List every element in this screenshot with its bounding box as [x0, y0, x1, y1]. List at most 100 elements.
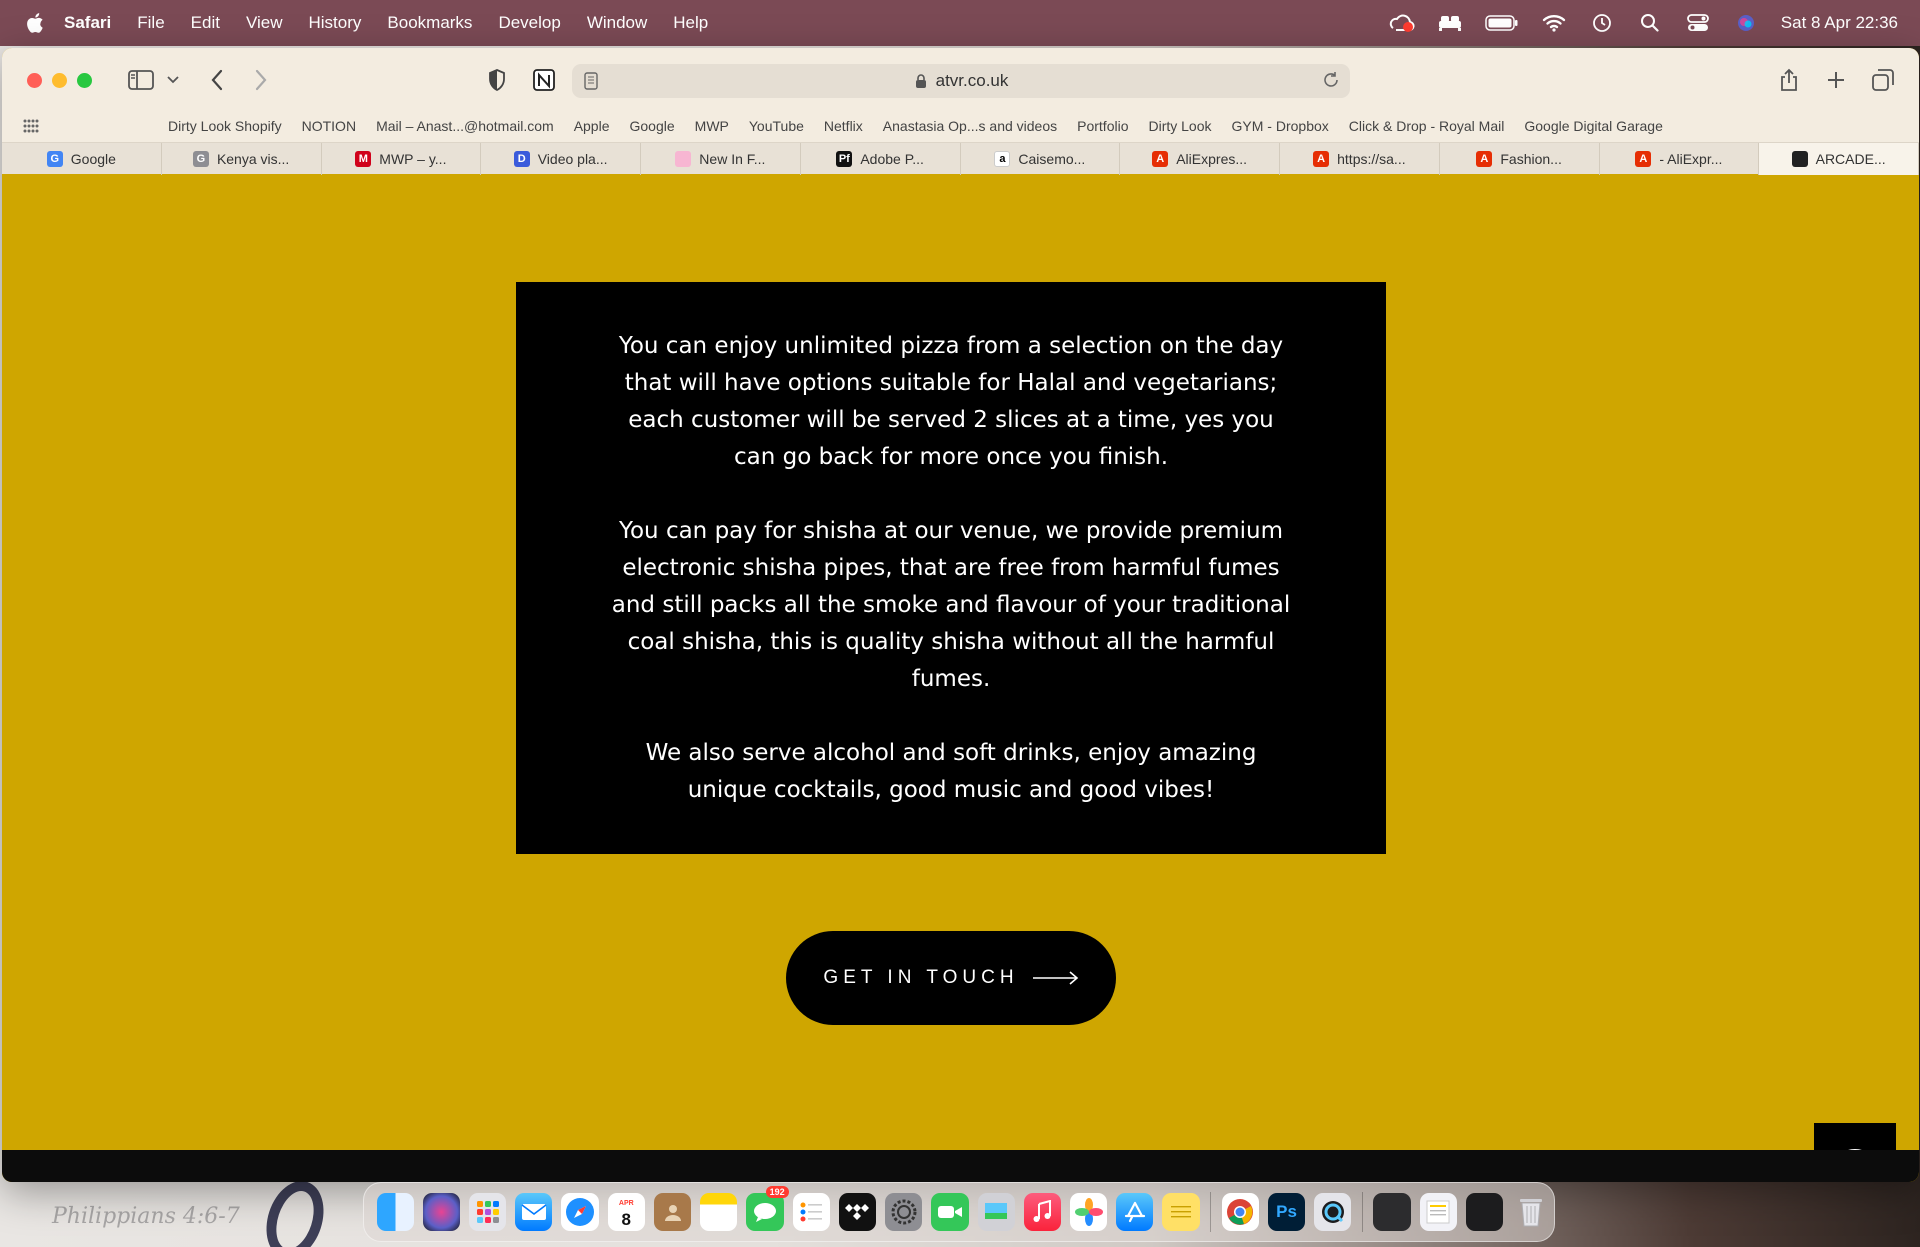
calendar-icon[interactable]: APR 8	[607, 1193, 645, 1231]
battery-icon[interactable]	[1485, 12, 1519, 34]
browser-tab[interactable]: a Caisemo...	[961, 143, 1121, 175]
apple-icon[interactable]	[24, 11, 48, 35]
wifi-icon[interactable]	[1541, 12, 1567, 34]
tab-favicon-icon: G	[46, 151, 63, 167]
favourite-link[interactable]: Netflix	[824, 118, 863, 134]
contacts-icon[interactable]	[653, 1193, 692, 1231]
browser-tab[interactable]: G Google	[2, 143, 162, 175]
bed-icon[interactable]	[1437, 12, 1463, 34]
tab-label: Fashion...	[1500, 151, 1562, 167]
favourites-bar: Dirty Look Shopify NOTION Mail – Anast..…	[2, 110, 1919, 142]
favourite-link[interactable]: Click & Drop - Royal Mail	[1349, 118, 1505, 134]
siri-icon[interactable]	[1733, 12, 1759, 34]
reload-icon[interactable]	[1322, 71, 1340, 94]
launchpad-icon[interactable]	[468, 1193, 507, 1231]
browser-tab[interactable]: New In F...	[641, 143, 801, 175]
wallpaper-ring-shape	[256, 1173, 334, 1247]
sidebar-toggle-icon[interactable]	[126, 66, 156, 94]
browser-tab[interactable]: M MWP – y...	[322, 143, 482, 175]
chrome-icon[interactable]	[1221, 1193, 1259, 1231]
music-icon[interactable]	[1023, 1193, 1062, 1231]
window-minimize-button[interactable]	[52, 73, 67, 88]
menu-window[interactable]: Window	[587, 13, 647, 33]
favourite-link[interactable]: Anastasia Op...s and videos	[883, 118, 1057, 134]
menu-view[interactable]: View	[246, 13, 283, 33]
favourite-link[interactable]: Google	[630, 118, 675, 134]
chevron-down-icon[interactable]	[165, 66, 181, 94]
reminders-icon[interactable]	[792, 1193, 830, 1231]
notion-extension-icon[interactable]	[531, 66, 557, 94]
address-url: atvr.co.uk	[935, 71, 1009, 90]
recent-window-thumbnail[interactable]	[1373, 1193, 1411, 1231]
tab-favicon-icon: a	[994, 151, 1011, 167]
menu-bookmarks[interactable]: Bookmarks	[387, 13, 472, 33]
browser-tab[interactable]: A - AliExpr...	[1600, 143, 1760, 175]
favourite-link[interactable]: Mail – Anast...@hotmail.com	[376, 118, 554, 134]
stickies-icon[interactable]	[1162, 1193, 1200, 1231]
browser-tab[interactable]: A Fashion...	[1440, 143, 1600, 175]
photoshop-icon[interactable]: Ps	[1267, 1193, 1306, 1231]
browser-tab[interactable]: G Kenya vis...	[162, 143, 322, 175]
favourite-link[interactable]: GYM - Dropbox	[1232, 118, 1329, 134]
messages-icon[interactable]: 192	[746, 1186, 789, 1231]
document-thumbnail[interactable]	[1419, 1193, 1457, 1231]
menu-develop[interactable]: Develop	[498, 13, 560, 33]
browser-tab[interactable]: Ahttps://sa...	[1280, 143, 1440, 175]
finder-icon[interactable]	[376, 1193, 414, 1231]
screen-thumbnail[interactable]	[1465, 1193, 1504, 1231]
notes-icon[interactable]	[700, 1193, 738, 1231]
mail-icon[interactable]	[515, 1193, 553, 1231]
share-icon[interactable]	[1777, 66, 1801, 94]
favourite-link[interactable]: Dirty Look Shopify	[168, 118, 282, 134]
browser-tab[interactable]: A AliExpres...	[1120, 143, 1280, 175]
quicktime-icon[interactable]	[1314, 1193, 1352, 1231]
favourite-link[interactable]: YouTube	[749, 118, 804, 134]
facetime-icon[interactable]	[931, 1193, 969, 1231]
creative-cloud-icon[interactable]	[1389, 12, 1415, 34]
browser-toolbar: atvr.co.uk	[2, 48, 1919, 110]
favourite-link[interactable]: Google Digital Garage	[1524, 118, 1663, 134]
menu-help[interactable]: Help	[673, 13, 708, 33]
control-center-icon[interactable]	[1685, 12, 1711, 34]
window-close-button[interactable]	[27, 73, 42, 88]
app-store-icon[interactable]	[1116, 1193, 1154, 1231]
menu-clock[interactable]: Sat 8 Apr 22:36	[1781, 13, 1898, 33]
favourite-link[interactable]: Apple	[574, 118, 610, 134]
back-icon[interactable]	[206, 66, 228, 94]
browser-tab[interactable]: D Video pla...	[481, 143, 641, 175]
window-maximize-button[interactable]	[77, 73, 92, 88]
menu-history[interactable]: History	[309, 13, 362, 33]
siri-dock-icon[interactable]	[422, 1193, 460, 1231]
time-machine-icon[interactable]	[1589, 12, 1615, 34]
browser-tab[interactable]: Pf Adobe P...	[801, 143, 961, 175]
menu-file[interactable]: File	[137, 13, 164, 33]
favourites-grid-icon[interactable]	[22, 117, 40, 135]
tab-favicon-icon	[1791, 151, 1808, 167]
trash-icon[interactable]	[1512, 1193, 1549, 1231]
menu-edit[interactable]: Edit	[191, 13, 220, 33]
info-paragraph-pizza: You can enjoy unlimited pizza from a sel…	[618, 332, 1284, 470]
privacy-shield-icon[interactable]	[485, 66, 509, 94]
tab-label: Caisemo...	[1018, 151, 1086, 167]
tidal-icon[interactable]	[838, 1193, 877, 1231]
browser-tab[interactable]: ARCADE...	[1759, 143, 1919, 175]
favourite-link[interactable]: Portfolio	[1077, 118, 1128, 134]
spotlight-search-icon[interactable]	[1637, 12, 1663, 34]
tab-favicon-icon: A	[1635, 151, 1652, 167]
safari-icon[interactable]	[561, 1193, 599, 1231]
menu-app-name[interactable]: Safari	[64, 13, 111, 33]
favourite-link[interactable]: NOTION	[302, 118, 356, 134]
forward-icon[interactable]	[250, 66, 272, 94]
tab-label: - AliExpr...	[1659, 151, 1723, 167]
favourite-link[interactable]: MWP	[695, 118, 729, 134]
preview-icon[interactable]	[977, 1193, 1015, 1231]
new-tab-icon[interactable]	[1824, 66, 1848, 94]
photos-icon[interactable]	[1070, 1193, 1108, 1231]
system-settings-icon[interactable]	[885, 1193, 923, 1231]
tab-overview-icon[interactable]	[1870, 66, 1896, 94]
reader-view-icon[interactable]	[584, 72, 598, 95]
favourite-link[interactable]: Dirty Look	[1148, 118, 1211, 134]
dock-separator	[1210, 1192, 1212, 1232]
address-bar[interactable]: atvr.co.uk	[572, 64, 1350, 98]
get-in-touch-button[interactable]: GET IN TOUCH	[786, 931, 1116, 1025]
